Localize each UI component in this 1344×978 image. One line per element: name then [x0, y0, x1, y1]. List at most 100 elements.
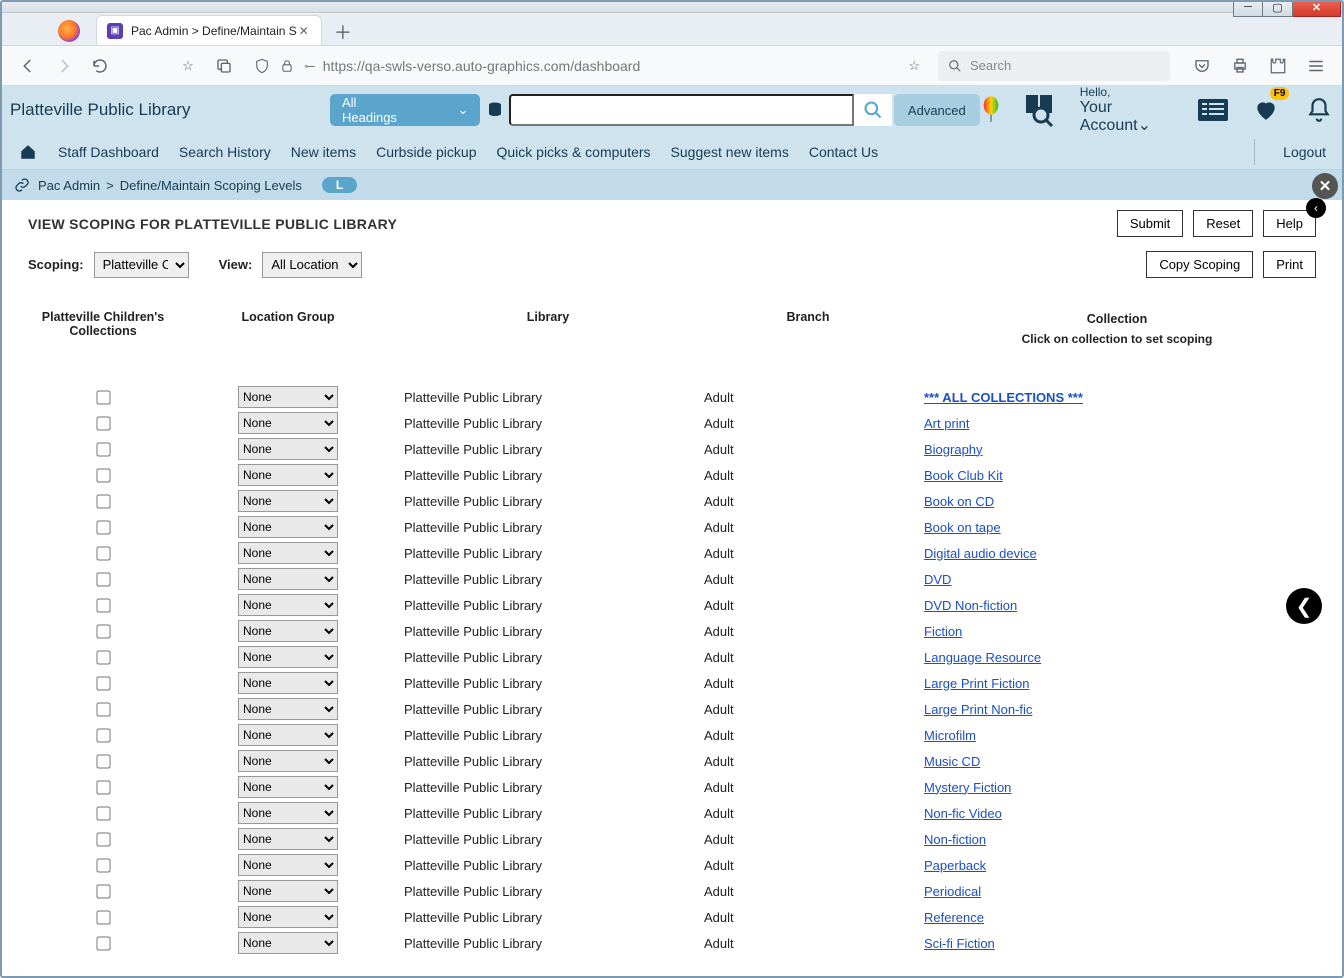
collection-link[interactable]: Mystery Fiction	[924, 780, 1011, 795]
location-group-select[interactable]: None	[238, 542, 338, 564]
favorites-icon[interactable]: F9	[1251, 93, 1282, 127]
home-icon[interactable]	[18, 143, 38, 161]
row-checkbox[interactable]	[96, 728, 110, 742]
nav-item[interactable]: Suggest new items	[671, 144, 789, 160]
collection-link[interactable]: Reference	[924, 910, 984, 925]
row-checkbox[interactable]	[96, 572, 110, 586]
row-checkbox[interactable]	[96, 884, 110, 898]
collection-link[interactable]: Digital audio device	[924, 546, 1037, 561]
extensions-icon[interactable]	[1266, 54, 1290, 78]
pocket-icon[interactable]	[1190, 54, 1214, 78]
collection-link[interactable]: Paperback	[924, 858, 986, 873]
window-close-button[interactable]: ✕	[1293, 0, 1341, 17]
row-checkbox[interactable]	[96, 754, 110, 768]
location-group-select[interactable]: None	[238, 880, 338, 902]
collection-link[interactable]: Music CD	[924, 754, 980, 769]
collection-link[interactable]: Microfilm	[924, 728, 976, 743]
location-group-select[interactable]: None	[238, 568, 338, 590]
nav-item[interactable]: New items	[291, 144, 356, 160]
headings-dropdown[interactable]: All Headings ⌄	[330, 94, 480, 126]
list-icon[interactable]	[1198, 93, 1229, 127]
bookmark-star-icon[interactable]: ☆	[176, 54, 200, 78]
new-tab-button[interactable]: ＋	[330, 19, 356, 45]
database-icon[interactable]	[486, 100, 509, 120]
location-group-select[interactable]: None	[238, 594, 338, 616]
lock-icon[interactable]	[280, 59, 294, 73]
row-checkbox[interactable]	[96, 468, 110, 482]
row-checkbox[interactable]	[96, 494, 110, 508]
bell-icon[interactable]	[1303, 93, 1334, 127]
nav-back-icon[interactable]	[16, 54, 40, 78]
crumb-leaf[interactable]: Define/Maintain Scoping Levels	[120, 178, 302, 193]
location-group-select[interactable]: None	[238, 386, 338, 408]
collection-link[interactable]: DVD Non-fiction	[924, 598, 1017, 613]
row-checkbox[interactable]	[96, 390, 110, 404]
row-checkbox[interactable]	[96, 416, 110, 430]
row-checkbox[interactable]	[96, 832, 110, 846]
collection-link[interactable]: Sci-fi Fiction	[924, 936, 995, 951]
location-group-select[interactable]: None	[238, 828, 338, 850]
magnify-settings-icon[interactable]	[1024, 93, 1058, 127]
collection-link[interactable]: Large Print Fiction	[924, 676, 1030, 691]
location-group-select[interactable]: None	[238, 906, 338, 928]
location-group-select[interactable]: None	[238, 620, 338, 642]
panel-close-icon[interactable]: ✕	[1312, 173, 1338, 199]
row-checkbox[interactable]	[96, 598, 110, 612]
browser-tab[interactable]: ▣ Pac Admin > Define/Maintain S ✕	[96, 15, 322, 45]
collection-link[interactable]: *** ALL COLLECTIONS ***	[924, 390, 1083, 405]
collection-link[interactable]: Art print	[924, 416, 970, 431]
nav-forward-icon[interactable]	[52, 54, 76, 78]
location-group-select[interactable]: None	[238, 516, 338, 538]
tab-close-icon[interactable]: ✕	[297, 24, 311, 38]
collection-link[interactable]: Book on CD	[924, 494, 994, 509]
account-menu[interactable]: Hello, Your Account⌄	[1080, 86, 1176, 134]
collection-link[interactable]: Fiction	[924, 624, 962, 639]
row-checkbox[interactable]	[96, 936, 110, 950]
collection-link[interactable]: Biography	[924, 442, 983, 457]
collection-link[interactable]: Periodical	[924, 884, 981, 899]
url-bar[interactable]: ◦─ https://qa-swls-verso.auto-graphics.c…	[248, 51, 926, 81]
row-checkbox[interactable]	[96, 702, 110, 716]
row-checkbox[interactable]	[96, 780, 110, 794]
row-checkbox[interactable]	[96, 858, 110, 872]
collection-link[interactable]: Non-fic Video	[924, 806, 1002, 821]
location-group-select[interactable]: None	[238, 854, 338, 876]
location-group-select[interactable]: None	[238, 750, 338, 772]
row-checkbox[interactable]	[96, 910, 110, 924]
permissions-icon[interactable]: ◦─	[304, 59, 313, 73]
containers-icon[interactable]	[212, 54, 236, 78]
copy-scoping-button[interactable]: Copy Scoping	[1146, 251, 1253, 278]
location-group-select[interactable]: None	[238, 698, 338, 720]
nav-item[interactable]: Contact Us	[809, 144, 878, 160]
nav-item[interactable]: Staff Dashboard	[58, 144, 159, 160]
crumb-root[interactable]: Pac Admin	[38, 178, 100, 193]
bookmark-page-icon[interactable]: ☆	[908, 58, 920, 74]
hamburger-menu-icon[interactable]	[1304, 54, 1328, 78]
collapse-chevron-icon[interactable]: ‹	[1306, 198, 1326, 218]
location-group-select[interactable]: None	[238, 490, 338, 512]
window-minimize-button[interactable]: ─	[1233, 0, 1263, 17]
row-checkbox[interactable]	[96, 676, 110, 690]
nav-item[interactable]: Curbside pickup	[376, 144, 476, 160]
row-checkbox[interactable]	[96, 442, 110, 456]
advanced-search-button[interactable]: Advanced	[894, 94, 980, 126]
row-checkbox[interactable]	[96, 806, 110, 820]
nav-item[interactable]: Search History	[179, 144, 271, 160]
print-button[interactable]: Print	[1263, 251, 1316, 278]
collection-link[interactable]: Book Club Kit	[924, 468, 1003, 483]
location-group-select[interactable]: None	[238, 776, 338, 798]
location-group-select[interactable]: None	[238, 464, 338, 486]
location-group-select[interactable]: None	[238, 724, 338, 746]
collection-link[interactable]: Large Print Non-fic	[924, 702, 1032, 717]
catalog-search-input[interactable]	[509, 94, 854, 126]
collection-link[interactable]: DVD	[924, 572, 951, 587]
collection-link[interactable]: Book on tape	[924, 520, 1001, 535]
row-checkbox[interactable]	[96, 520, 110, 534]
row-checkbox[interactable]	[96, 624, 110, 638]
catalog-search-button[interactable]	[854, 94, 892, 126]
reset-button[interactable]: Reset	[1193, 210, 1253, 237]
scoping-select[interactable]: Platteville C	[94, 252, 189, 278]
shield-icon[interactable]	[254, 58, 270, 74]
browser-search-input[interactable]: Search	[938, 51, 1170, 81]
location-group-select[interactable]: None	[238, 646, 338, 668]
